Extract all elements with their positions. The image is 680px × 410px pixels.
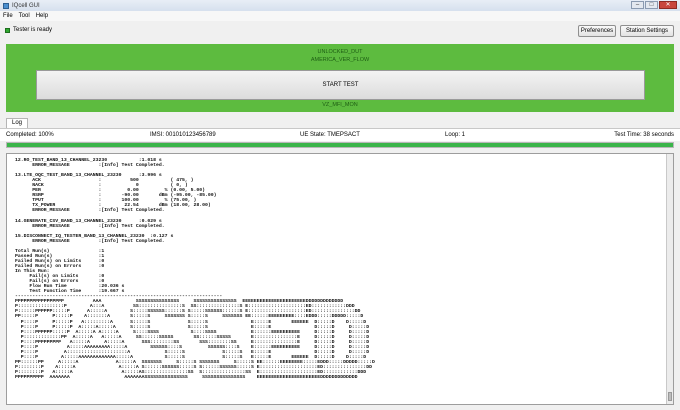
info-row: Completed: 100% IMSI: 001010123456789 UE… — [0, 128, 680, 141]
tab-bar: Log — [6, 118, 29, 128]
log-text: 12.RO_TEST_BAND_13_CHANNEL_23230 :1.018 … — [15, 158, 375, 380]
preferences-button[interactable]: Preferences — [578, 25, 616, 37]
status-led-icon — [5, 28, 10, 33]
log-line: P::::P P:::::P A:::::A:::::A S:::::S S::… — [15, 324, 370, 330]
panel-line-2: AMERICA_VER_FLOW — [310, 57, 370, 63]
status-text: Tester is ready — [13, 27, 53, 33]
menu-help[interactable]: Help — [36, 13, 48, 19]
log-line: P::::PPPPPP:::::P A:::::A A:::::A S::::S… — [15, 329, 370, 335]
progress-fill — [7, 143, 673, 147]
log-line: P:::::::::::::PP A:::::A A:::::A SS:::::… — [15, 334, 370, 340]
status-row: Tester is ready Preferences Station Sett… — [0, 21, 680, 41]
menu-bar: File Tool Help — [0, 11, 680, 21]
menu-file[interactable]: File — [3, 13, 13, 19]
ue-state-text: UE State: TMEPSACT — [300, 132, 360, 138]
close-button[interactable]: ✕ — [659, 1, 677, 9]
loop-text: Loop: 1 — [445, 132, 466, 138]
log-line: PP:::::P P:::::P A:::::::A S:::::S SSSSS… — [15, 314, 364, 320]
maximize-button[interactable]: □ — [645, 1, 658, 9]
app-icon — [3, 2, 9, 9]
test-time-text: Test Time: 38 seconds — [614, 132, 674, 138]
imsi-text: IMSI: 001010123456789 — [150, 132, 216, 138]
test-panel: UNLOCKED_DUT AMERICA_VER_FLOW START TEST… — [6, 44, 674, 112]
completed-text: Completed: 100% — [6, 132, 54, 138]
tab-log[interactable]: Log — [6, 118, 29, 128]
scrollbar-thumb[interactable] — [668, 392, 672, 401]
menu-tool[interactable]: Tool — [19, 13, 30, 19]
window-title: IQcell GUI — [12, 2, 40, 9]
log-line: P::::P P:::::P A:::::::::A S:::::S S::::… — [15, 319, 367, 325]
progress-bar — [6, 142, 674, 148]
station-settings-button[interactable]: Station Settings — [620, 25, 674, 37]
title-bar: IQcell GUI – □ ✕ — [0, 0, 680, 11]
minimize-button[interactable]: – — [631, 1, 644, 9]
log-line: P::::PPPPPPPPP A:::::A A:::::A SSS::::::… — [15, 339, 370, 345]
log-scrollbar[interactable] — [666, 154, 673, 404]
panel-line-3: VZ_MFI_MON — [322, 102, 358, 108]
window-controls: – □ ✕ — [631, 1, 677, 9]
log-output[interactable]: 12.RO_TEST_BAND_13_CHANNEL_23230 :1.018 … — [6, 153, 674, 405]
log-line: PPPPPPPPPP AAAAAAA AAAAAAASSSSSSSSSSSSSS… — [15, 375, 358, 381]
start-test-button[interactable]: START TEST — [36, 70, 645, 100]
panel-line-1: UNLOCKED_DUT — [317, 49, 363, 55]
